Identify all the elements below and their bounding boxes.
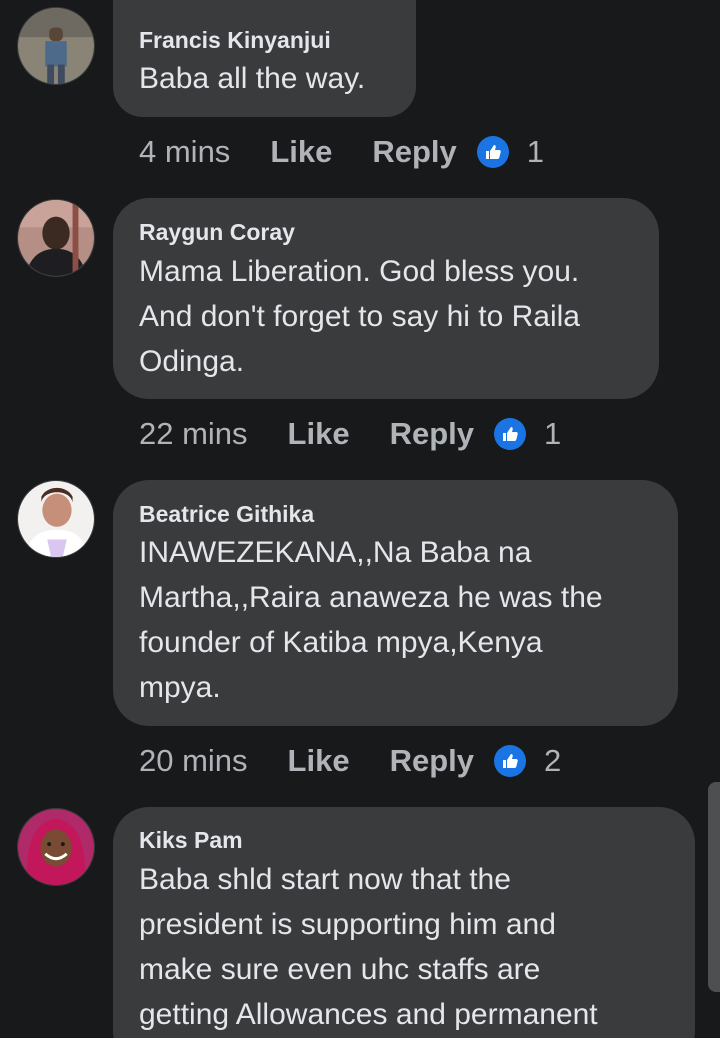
comment-text: Baba all the way. bbox=[139, 62, 366, 95]
comment-bubble: Francis Kinyanjui Baba all the way. bbox=[113, 0, 416, 117]
comment-author[interactable]: Francis Kinyanjui bbox=[139, 27, 331, 54]
comments-thread: Francis Kinyanjui Baba all the way. 4 mi… bbox=[0, 0, 720, 1038]
avatar[interactable] bbox=[17, 7, 95, 85]
like-button[interactable]: Like bbox=[288, 416, 350, 452]
reply-button[interactable]: Reply bbox=[390, 416, 474, 452]
avatar-photo bbox=[18, 481, 94, 557]
comment-bubble: Kiks Pam Baba shld start now that the pr… bbox=[113, 807, 695, 1038]
reply-button[interactable]: Reply bbox=[390, 743, 474, 779]
avatar[interactable] bbox=[17, 808, 95, 886]
avatar-photo bbox=[18, 200, 94, 276]
thumbs-up-icon[interactable] bbox=[494, 418, 526, 450]
thumbs-up-icon[interactable] bbox=[494, 745, 526, 777]
like-button[interactable]: Like bbox=[288, 743, 350, 779]
comment-text: Baba shld start now that the president i… bbox=[139, 863, 598, 1031]
avatar[interactable] bbox=[17, 480, 95, 558]
comment-time[interactable]: 22 mins bbox=[139, 416, 248, 452]
comment-author[interactable]: Kiks Pam bbox=[139, 827, 243, 854]
comment-bubble: Raygun Coray Mama Liberation. God bless … bbox=[113, 198, 659, 399]
comment-text: INAWEZEKANA,,Na Baba na Martha,,Raira an… bbox=[139, 536, 603, 704]
comment-actions: 20 mins Like Reply 2 bbox=[139, 741, 561, 781]
reply-button[interactable]: Reply bbox=[372, 134, 456, 170]
comment-text: Mama Liberation. God bless you. And don'… bbox=[139, 255, 580, 378]
reaction-count[interactable]: 2 bbox=[544, 743, 561, 779]
comment-actions: 4 mins Like Reply 1 bbox=[139, 132, 544, 172]
avatar[interactable] bbox=[17, 199, 95, 277]
comment-author[interactable]: Raygun Coray bbox=[139, 219, 295, 246]
comment-time[interactable]: 4 mins bbox=[139, 134, 230, 170]
thumbs-up-icon[interactable] bbox=[476, 136, 509, 168]
comment-time[interactable]: 20 mins bbox=[139, 743, 248, 779]
avatar-photo bbox=[18, 8, 94, 84]
like-button[interactable]: Like bbox=[270, 134, 332, 170]
comment-actions: 22 mins Like Reply 1 bbox=[139, 414, 561, 454]
scrollbar-handle[interactable] bbox=[708, 782, 720, 992]
reaction-count[interactable]: 1 bbox=[544, 416, 561, 452]
avatar-photo bbox=[18, 809, 94, 885]
comment-bubble: Beatrice Githika INAWEZEKANA,,Na Baba na… bbox=[113, 480, 678, 726]
comment-author[interactable]: Beatrice Githika bbox=[139, 501, 314, 528]
reaction-count[interactable]: 1 bbox=[527, 134, 544, 170]
